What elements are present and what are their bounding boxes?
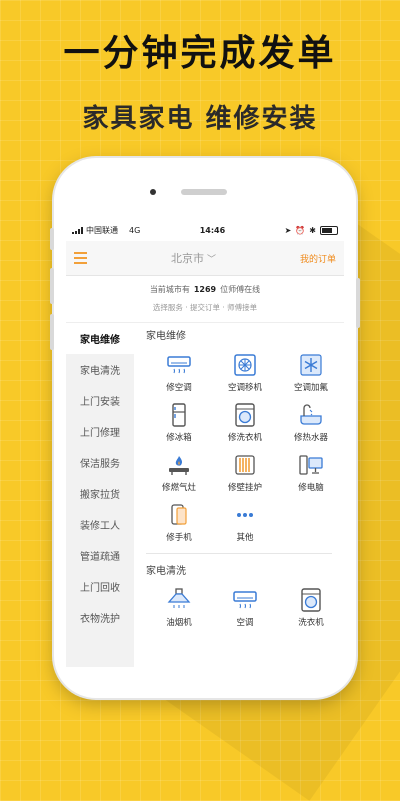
volume-up-button xyxy=(50,268,54,304)
service-other[interactable]: 其他 xyxy=(212,501,278,547)
service-fridge-repair[interactable]: 修冰箱 xyxy=(146,401,212,447)
service-washer-cleaning[interactable]: 洗衣机 xyxy=(278,586,344,632)
power-button xyxy=(356,278,360,328)
service-label: 修空调 xyxy=(166,383,192,393)
chevron-down-icon: ﹀ xyxy=(206,255,216,265)
water-heater-icon xyxy=(300,404,322,425)
signal-icon xyxy=(72,226,83,234)
service-ac-cleaning[interactable]: 空调 xyxy=(212,586,278,632)
sidebar-item-renovation[interactable]: 装修工人 xyxy=(66,509,134,540)
service-phone-repair[interactable]: 修手机 xyxy=(146,501,212,547)
process-steps: 选择服务 · 提交订单 · 师傅接单 xyxy=(152,303,258,312)
phone-icon xyxy=(171,504,187,525)
mute-switch xyxy=(50,228,54,250)
service-label: 修热水器 xyxy=(293,433,328,443)
sidebar-item-moving[interactable]: 搬家拉货 xyxy=(66,478,134,509)
gas-stove-icon xyxy=(169,456,189,475)
service-label: 修燃气灶 xyxy=(161,483,196,493)
sidebar-item-housekeeping[interactable]: 保洁服务 xyxy=(66,447,134,478)
service-label: 修电脑 xyxy=(298,483,324,493)
banner-subline: 家具家电 维修安装 xyxy=(82,104,318,134)
sidebar-item-recycling[interactable]: 上门回收 xyxy=(66,571,134,602)
city-selector[interactable]: 北京市 ﹀ xyxy=(171,250,216,266)
more-dots-icon xyxy=(237,513,253,517)
banner-headline: 一分钟完成发单 xyxy=(63,33,337,74)
section-divider xyxy=(146,553,332,554)
service-ac-repair[interactable]: 修空调 xyxy=(146,351,212,397)
section-title-cleaning: 家电清洗 xyxy=(146,566,186,577)
network-type: 4G xyxy=(129,225,141,235)
service-computer-repair[interactable]: 修电脑 xyxy=(278,451,344,497)
phone-frame: 中国联通 4G 14:46 ➤ ⏰ ✱ 北京市 ﹀ 我的订单 当前城市有 1269 位… xyxy=(50,158,360,698)
sidebar-item-laundry[interactable]: 衣物洗护 xyxy=(66,602,134,633)
front-camera xyxy=(150,189,156,195)
carrier-name: 中国联通 xyxy=(86,225,118,235)
volume-down-button xyxy=(50,314,54,350)
wall-boiler-icon xyxy=(235,455,255,475)
air-conditioner-icon xyxy=(233,591,257,609)
app-screen: 中国联通 4G 14:46 ➤ ⏰ ✱ 北京市 ﹀ 我的订单 当前城市有 1269 位… xyxy=(66,219,344,667)
bluetooth-icon: ✱ xyxy=(309,225,316,235)
service-label: 修冰箱 xyxy=(166,433,192,443)
service-label: 空调 xyxy=(236,618,254,628)
snowflake-icon xyxy=(300,354,322,376)
location-icon: ➤ xyxy=(284,225,292,235)
menu-icon[interactable] xyxy=(74,252,87,264)
service-label: 空调加氟 xyxy=(293,383,328,393)
earpiece xyxy=(181,189,227,195)
service-label: 修壁挂炉 xyxy=(227,483,262,493)
repair-grid: 修空调 空调移机 空调加氟 修冰箱 修洗衣机 修热水器 修燃气灶 修壁挂炉 修电… xyxy=(146,351,344,547)
sidebar-item-home-repair[interactable]: 上门修理 xyxy=(66,416,134,447)
service-gas-stove-repair[interactable]: 修燃气灶 xyxy=(146,451,212,497)
range-hood-icon xyxy=(167,588,191,608)
sidebar-item-appliance-repair[interactable]: 家电维修 xyxy=(66,323,134,354)
ac-relocation-icon xyxy=(234,354,256,376)
service-label: 洗衣机 xyxy=(298,618,324,628)
city-name: 北京市 xyxy=(170,252,204,265)
nav-bar: 北京市 ﹀ 我的订单 xyxy=(66,241,344,276)
online-suffix: 位师傅在线 xyxy=(220,285,261,294)
service-label: 其他 xyxy=(236,533,254,543)
air-conditioner-icon xyxy=(167,356,191,374)
info-banner: 当前城市有 1269 位师傅在线 选择服务 · 提交订单 · 师傅接单 xyxy=(66,276,344,323)
online-count: 1269 xyxy=(193,285,217,294)
alarm-icon: ⏰ xyxy=(295,225,306,235)
service-panel: 家电维修 修空调 空调移机 空调加氟 修冰箱 修洗衣机 修热水器 修燃气灶 修壁… xyxy=(134,323,344,667)
battery-icon xyxy=(319,225,338,235)
clock: 14:46 xyxy=(199,225,226,235)
sidebar-item-installation[interactable]: 上门安装 xyxy=(66,385,134,416)
service-wall-boiler-repair[interactable]: 修壁挂炉 xyxy=(212,451,278,497)
computer-icon xyxy=(299,455,323,475)
online-prefix: 当前城市有 xyxy=(149,285,190,294)
cleaning-grid: 油烟机 空调 洗衣机 xyxy=(146,586,344,632)
service-label: 油烟机 xyxy=(166,618,192,628)
service-ac-refrigerant[interactable]: 空调加氟 xyxy=(278,351,344,397)
status-bar: 中国联通 4G 14:46 ➤ ⏰ ✱ xyxy=(66,219,344,241)
service-label: 修手机 xyxy=(166,533,192,543)
section-title-repair: 家电维修 xyxy=(146,331,186,342)
fridge-icon xyxy=(172,403,186,427)
category-sidebar: 家电维修 家电清洗 上门安装 上门修理 保洁服务 搬家拉货 装修工人 管道疏通 … xyxy=(66,323,134,667)
washing-machine-icon xyxy=(235,403,255,427)
service-label: 修洗衣机 xyxy=(227,433,262,443)
service-label: 空调移机 xyxy=(227,383,262,393)
service-ac-relocation[interactable]: 空调移机 xyxy=(212,351,278,397)
sidebar-item-drain-unclog[interactable]: 管道疏通 xyxy=(66,540,134,571)
my-orders-link[interactable]: 我的订单 xyxy=(300,252,336,265)
service-range-hood-cleaning[interactable]: 油烟机 xyxy=(146,586,212,632)
washing-machine-icon xyxy=(301,588,321,612)
service-washer-repair[interactable]: 修洗衣机 xyxy=(212,401,278,447)
sidebar-item-appliance-cleaning[interactable]: 家电清洗 xyxy=(66,354,134,385)
content-area: 家电维修 家电清洗 上门安装 上门修理 保洁服务 搬家拉货 装修工人 管道疏通 … xyxy=(66,323,344,667)
service-water-heater-repair[interactable]: 修热水器 xyxy=(278,401,344,447)
